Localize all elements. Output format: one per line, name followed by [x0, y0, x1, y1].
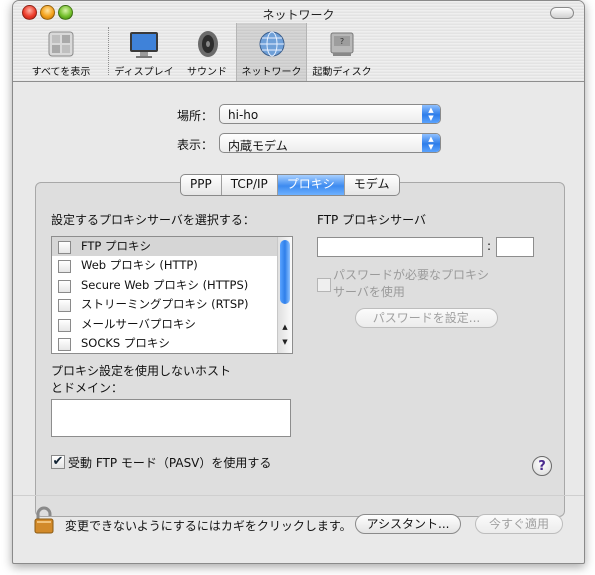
network-globe-icon — [257, 29, 287, 62]
proxy-server-title: FTP プロキシサーバ — [317, 213, 426, 227]
toolbar-item-network[interactable]: ネットワーク — [236, 23, 307, 81]
location-label: 場所： — [176, 109, 213, 123]
pasv-label: 受動 FTP モード（PASV）を使用する — [68, 456, 272, 470]
list-item[interactable]: FTP プロキシ — [52, 237, 292, 257]
tab-proxies[interactable]: プロキシ — [276, 175, 344, 195]
toolbar-item-sound[interactable]: サウンド — [179, 23, 235, 81]
pasv-checkbox[interactable]: ✔ — [51, 455, 65, 469]
bypass-label: プロキシ設定を使用しないホスト — [51, 364, 232, 378]
bypass-label-line2: とドメイン： — [51, 381, 124, 395]
show-popup[interactable]: 内蔵モデム ▲ ▼ — [219, 133, 441, 153]
proxy-port-field[interactable] — [496, 237, 534, 257]
scroll-up-arrow-icon[interactable]: ▲ — [278, 323, 292, 331]
toolbar-item-label: ネットワーク — [241, 67, 302, 78]
toolbar-item-label: ディスプレイ — [114, 67, 174, 78]
toolbar-item-display[interactable]: ディスプレイ — [111, 23, 177, 81]
proxy-checkbox[interactable] — [58, 260, 71, 274]
lock-icon[interactable] — [33, 505, 61, 538]
port-separator: : — [487, 239, 492, 253]
popup-arrows-icon: ▲ ▼ — [422, 134, 440, 152]
scroll-thumb[interactable] — [280, 240, 290, 304]
help-button[interactable]: ? — [532, 456, 552, 476]
startup-disk-icon: ? — [327, 29, 357, 62]
toolbar-separator — [108, 27, 109, 75]
select-proxy-label: 設定するプロキシサーバを選択する： — [51, 213, 255, 227]
password-required-label-line2: サーバを使用 — [333, 285, 405, 299]
list-scrollbar[interactable]: ▲ ▼ — [277, 237, 292, 353]
list-item[interactable]: メールサーバプロキシ — [52, 315, 292, 334]
show-label: 表示： — [176, 138, 213, 152]
popup-arrows-icon: ▲ ▼ — [422, 105, 440, 123]
show-value: 内蔵モデム — [228, 139, 288, 153]
display-icon — [128, 29, 160, 62]
preferences-window: ネットワーク すべてを表示 ディスプレイ サウンド ネットワーク ? 起動ディス… — [12, 0, 585, 564]
tab-tcpip[interactable]: TCP/IP — [220, 175, 277, 195]
proxy-list[interactable]: FTP プロキシ Web プロキシ (HTTP) Secure Web プロキシ… — [51, 236, 293, 354]
list-item[interactable]: Web プロキシ (HTTP) — [52, 256, 292, 275]
svg-text:?: ? — [340, 37, 344, 46]
title-bar[interactable]: ネットワーク — [13, 1, 584, 23]
list-item-label: メールサーバプロキシ — [81, 316, 196, 331]
lock-message: 変更できないようにするにはカギをクリックします。 — [65, 519, 352, 533]
tab-bar: PPP TCP/IP プロキシ モデム — [180, 174, 400, 196]
list-item-label: Web プロキシ (HTTP) — [81, 258, 198, 273]
toolbar: すべてを表示 ディスプレイ サウンド ネットワーク ? 起動ディスク — [13, 23, 584, 81]
speaker-icon — [192, 29, 222, 62]
list-item-label: FTP プロキシ — [81, 239, 152, 253]
tab-modem[interactable]: モデム — [343, 175, 399, 195]
tab-ppp[interactable]: PPP — [181, 175, 221, 195]
toolbar-item-label: すべてを表示 — [31, 67, 91, 78]
list-item-label: ストリーミングプロキシ (RTSP) — [81, 297, 249, 312]
assistant-button[interactable]: アシスタント... — [355, 514, 461, 534]
location-value: hi-ho — [228, 108, 259, 122]
toolbar-item-show-all[interactable]: すべてを表示 — [21, 23, 101, 81]
toolbar-item-label: 起動ディスク — [312, 67, 372, 78]
password-required-checkbox[interactable] — [317, 278, 331, 292]
list-item[interactable]: ストリーミングプロキシ (RTSP) — [52, 295, 292, 314]
location-popup[interactable]: hi-ho ▲ ▼ — [219, 104, 441, 124]
toolbar-item-label: サウンド — [187, 67, 227, 78]
toolbar-item-startup-disk[interactable]: ? 起動ディスク — [307, 23, 377, 81]
window-title: ネットワーク — [262, 8, 335, 22]
proxy-server-field[interactable] — [317, 237, 483, 257]
footer-divider — [13, 495, 584, 496]
scroll-down-arrow-icon[interactable]: ▼ — [278, 338, 292, 346]
show-all-icon — [46, 29, 76, 62]
window-chrome: ネットワーク すべてを表示 ディスプレイ サウンド ネットワーク ? 起動ディス… — [13, 1, 584, 82]
list-item-label: SOCKS プロキシ — [81, 335, 170, 350]
proxy-checkbox[interactable] — [58, 318, 71, 332]
toolbar-toggle-button[interactable] — [550, 7, 574, 19]
bypass-hosts-field[interactable] — [51, 399, 291, 437]
password-required-label: パスワードが必要なプロキシ — [333, 268, 490, 282]
list-item-label: Secure Web プロキシ (HTTPS) — [81, 277, 249, 292]
list-item[interactable]: SOCKS プロキシ — [52, 334, 292, 353]
proxy-checkbox[interactable] — [58, 279, 71, 293]
proxy-checkbox[interactable] — [58, 337, 71, 351]
proxy-checkbox[interactable] — [58, 299, 71, 313]
proxy-checkbox[interactable] — [58, 241, 71, 254]
apply-now-button[interactable]: 今すぐ適用 — [475, 514, 563, 534]
list-item[interactable]: Secure Web プロキシ (HTTPS) — [52, 276, 292, 295]
network-pane: 場所： hi-ho ▲ ▼ 表示： 内蔵モデム ▲ ▼ PPP TCP/IP プロキ… — [13, 82, 584, 563]
set-password-button[interactable]: パスワードを設定... — [355, 308, 498, 328]
